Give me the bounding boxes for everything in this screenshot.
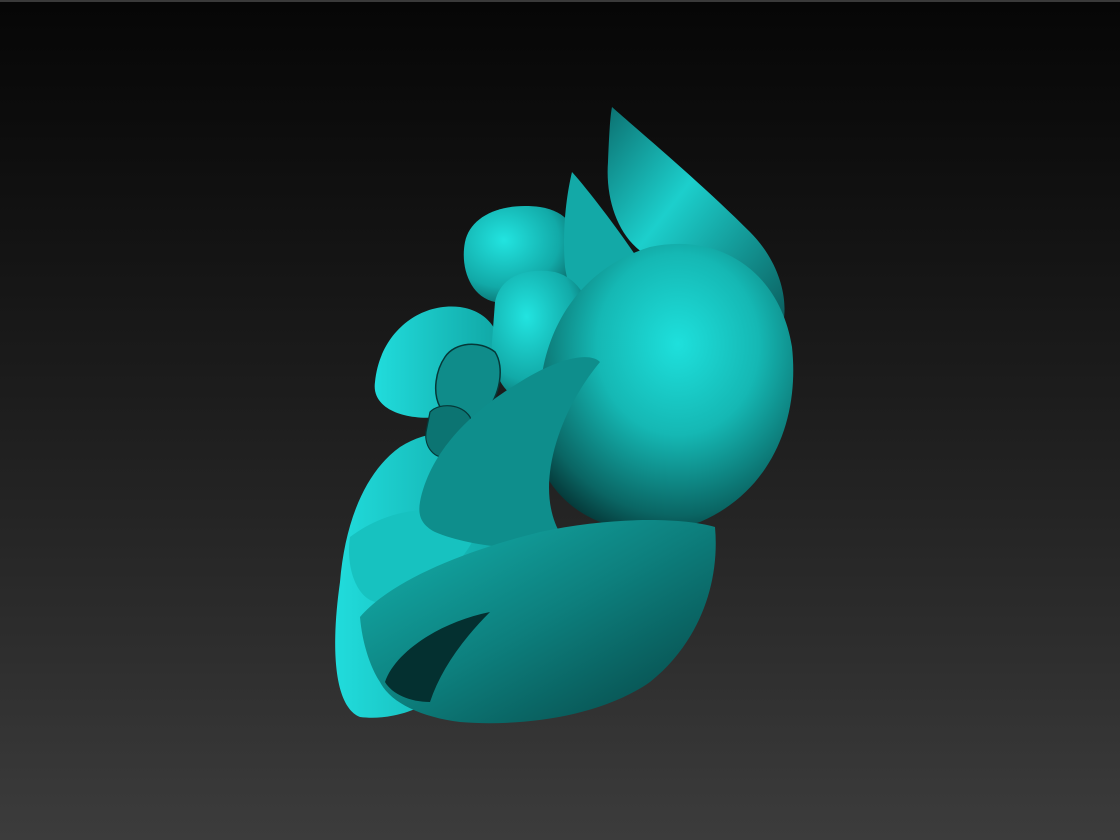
flower-model[interactable] (0, 2, 1120, 840)
3d-viewport[interactable] (0, 0, 1120, 840)
